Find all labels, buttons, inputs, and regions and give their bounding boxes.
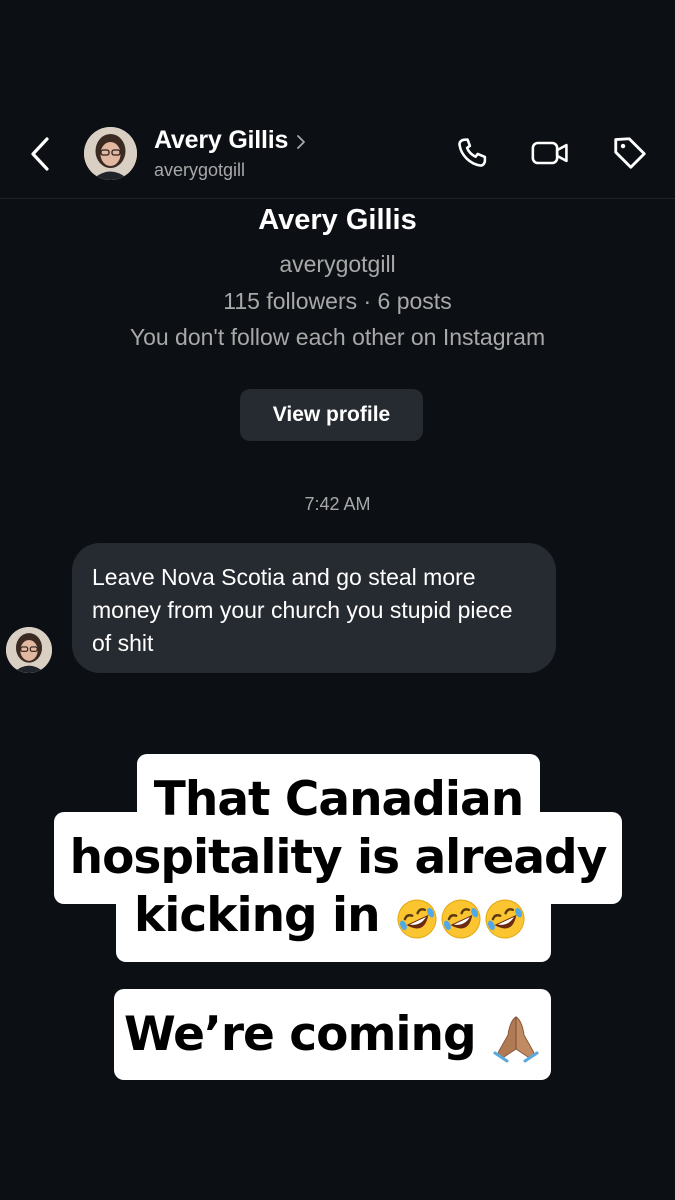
- video-call-button[interactable]: [530, 133, 570, 173]
- follow-status-note: You don't follow each other on Instagram: [129, 324, 546, 350]
- tag-button[interactable]: [610, 133, 650, 173]
- rolling-on-floor-laughing-emoji: [397, 899, 437, 938]
- audio-call-button[interactable]: [452, 133, 492, 173]
- caption-line-with-emoji: kicking in: [116, 888, 551, 943]
- chevron-right-icon: [297, 134, 306, 149]
- caption-line: That Canadian: [153, 772, 524, 827]
- avatar-image: [84, 127, 137, 180]
- caption-line: We’re coming: [123, 1007, 477, 1062]
- message-text: Leave Nova Scotia and go steal more mone…: [92, 564, 513, 656]
- chat-header: Avery Gillis averygotgill: [0, 0, 675, 199]
- caption-line-with-emoji: We’re coming: [114, 1007, 551, 1063]
- avatar[interactable]: [84, 127, 137, 180]
- view-profile-button[interactable]: View profile: [240, 389, 423, 441]
- video-icon: [531, 141, 568, 165]
- profile-username: averygotgill: [279, 251, 396, 277]
- contact-name: Avery Gillis: [154, 126, 289, 154]
- avatar-image: [6, 627, 52, 673]
- rolling-on-floor-laughing-emoji: [441, 899, 481, 938]
- caption-line: kicking in: [134, 888, 381, 943]
- profile-name: Avery Gillis: [258, 204, 417, 236]
- tag-icon: [614, 137, 646, 169]
- contact-username: averygotgill: [154, 160, 246, 180]
- sender-avatar[interactable]: [6, 627, 52, 673]
- caption-line: hospitality is already: [69, 830, 608, 885]
- profile-stats: 115 followers · 6 posts: [223, 288, 452, 314]
- chevron-left-icon: [31, 137, 49, 171]
- message-timestamp: 7:42 AM: [304, 494, 371, 514]
- received-message-bubble[interactable]: Leave Nova Scotia and go steal more mone…: [72, 543, 556, 673]
- folded-hands-emoji: [493, 1015, 539, 1062]
- back-button[interactable]: [22, 134, 58, 174]
- contact-name-link[interactable]: Avery Gillis: [154, 126, 306, 155]
- phone-icon: [458, 138, 487, 167]
- rolling-on-floor-laughing-emoji: [485, 899, 525, 938]
